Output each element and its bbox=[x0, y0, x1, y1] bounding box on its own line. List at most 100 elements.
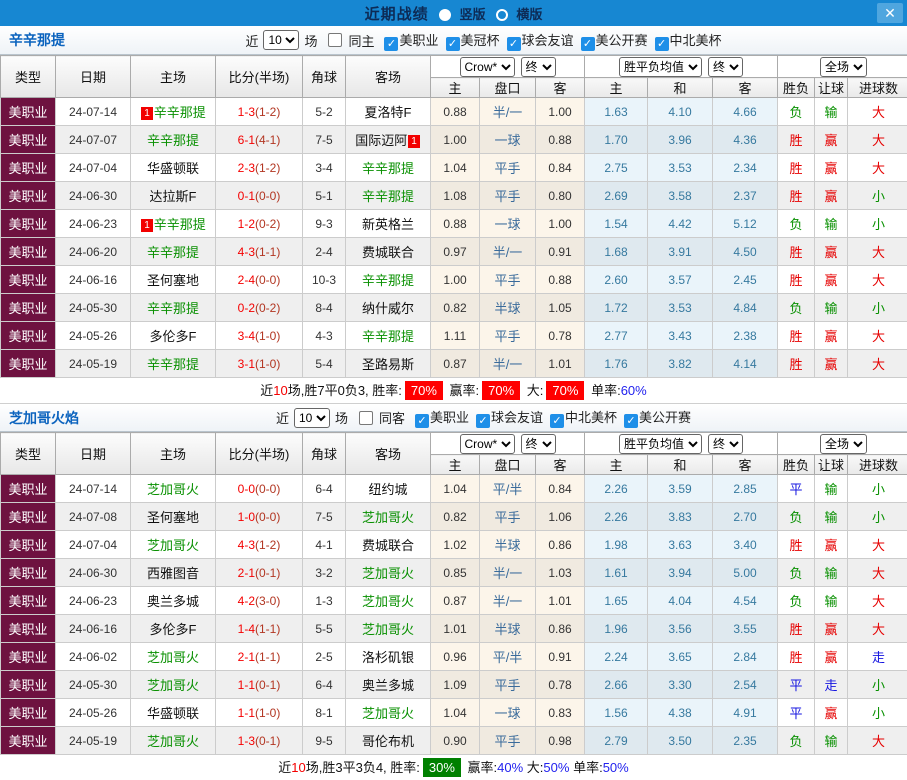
league-filter-label: 美公开赛 bbox=[596, 33, 648, 48]
league-filter[interactable]: ✓美职业 bbox=[415, 410, 469, 425]
checkbox-checked-icon[interactable]: ✓ bbox=[624, 414, 638, 428]
odds-time-select[interactable]: 终 bbox=[521, 57, 556, 77]
league-filter[interactable]: ✓美公开赛 bbox=[624, 410, 691, 425]
avg-draw-cell: 4.04 bbox=[648, 587, 713, 615]
checkbox-checked-icon[interactable]: ✓ bbox=[507, 37, 521, 51]
result-goals-cell: 大 bbox=[848, 559, 907, 587]
league-cell: 美职业 bbox=[1, 294, 56, 322]
score-cell: 0-2(0-2) bbox=[216, 294, 303, 322]
col-avg-draw: 和 bbox=[648, 455, 713, 475]
summary-segment: 近 bbox=[260, 383, 273, 398]
fulltime-select[interactable]: 全场 bbox=[820, 434, 867, 454]
league-cell: 美职业 bbox=[1, 322, 56, 350]
score-cell: 2-1(0-1) bbox=[216, 559, 303, 587]
result-goals-cell: 大 bbox=[848, 587, 907, 615]
section-header: 芝加哥火焰 近 10 场 同客 ✓美职业✓球会友谊✓中北美杯✓美公开赛 bbox=[0, 403, 907, 432]
handicap-cell: 平/半 bbox=[480, 643, 536, 671]
avg-time-select[interactable]: 终 bbox=[708, 434, 743, 454]
avg-draw-cell: 3.53 bbox=[648, 294, 713, 322]
team-label: 奥兰多城 bbox=[147, 594, 199, 609]
league-cell: 美职业 bbox=[1, 503, 56, 531]
same-venue-checkbox[interactable] bbox=[359, 411, 373, 425]
odds-away-cell: 1.03 bbox=[536, 559, 585, 587]
avg-away-cell: 4.54 bbox=[713, 587, 778, 615]
checkbox-checked-icon[interactable]: ✓ bbox=[550, 414, 564, 428]
match-row: 美职业24-06-30达拉斯F0-1(0-0)5-1辛辛那提1.08平手0.80… bbox=[1, 182, 907, 210]
league-filter[interactable]: ✓中北美杯 bbox=[550, 410, 617, 425]
home-team-cell: 辛辛那提 bbox=[131, 126, 216, 154]
neutral-mark-badge: 1 bbox=[408, 135, 420, 148]
odds-away-cell: 0.91 bbox=[536, 643, 585, 671]
col-avg-draw: 和 bbox=[648, 78, 713, 98]
avg-home-cell: 2.77 bbox=[585, 322, 648, 350]
team-label: 芝加哥火 bbox=[147, 482, 199, 497]
league-filter[interactable]: ✓中北美杯 bbox=[655, 33, 722, 48]
close-icon[interactable]: ✕ bbox=[877, 3, 903, 23]
layout-vertical-radio[interactable] bbox=[439, 9, 451, 21]
checkbox-checked-icon[interactable]: ✓ bbox=[655, 37, 669, 51]
home-team-cell: 芝加哥火 bbox=[131, 475, 216, 503]
avg-home-cell: 2.26 bbox=[585, 503, 648, 531]
odds-home-cell: 0.85 bbox=[431, 559, 480, 587]
avg-source-select[interactable]: 胜平负均值 bbox=[619, 434, 702, 454]
avg-time-select[interactable]: 终 bbox=[708, 57, 743, 77]
match-row: 美职业24-06-30西雅图音2-1(0-1)3-2芝加哥火0.85半/一1.0… bbox=[1, 559, 907, 587]
odds-time-select[interactable]: 终 bbox=[521, 434, 556, 454]
odds-away-cell: 0.91 bbox=[536, 238, 585, 266]
near-count-select[interactable]: 10 bbox=[263, 30, 299, 50]
team-label: 费城联合 bbox=[362, 538, 414, 553]
result-handicap-cell: 赢 bbox=[815, 699, 848, 727]
odds-source-select[interactable]: Crow* bbox=[460, 434, 515, 454]
date-cell: 24-05-19 bbox=[56, 727, 131, 755]
near-count-select[interactable]: 10 bbox=[294, 408, 330, 428]
result-wdl-cell: 胜 bbox=[778, 266, 815, 294]
col-goals: 进球数 bbox=[848, 455, 907, 475]
away-team-cell: 辛辛那提 bbox=[346, 322, 431, 350]
team-label: 辛辛那提 bbox=[147, 133, 199, 148]
team-label: 夏洛特F bbox=[365, 105, 412, 120]
result-wdl-cell: 胜 bbox=[778, 322, 815, 350]
away-team-cell: 辛辛那提 bbox=[346, 182, 431, 210]
league-filter[interactable]: ✓美职业 bbox=[384, 33, 438, 48]
checkbox-checked-icon[interactable]: ✓ bbox=[581, 37, 595, 51]
corner-cell: 5-5 bbox=[303, 615, 346, 643]
avg-home-cell: 1.63 bbox=[585, 98, 648, 126]
col-wdl: 胜负 bbox=[778, 78, 815, 98]
summary-segment: 70% bbox=[482, 381, 520, 400]
league-filter[interactable]: ✓球会友谊 bbox=[507, 33, 574, 48]
corner-cell: 2-5 bbox=[303, 643, 346, 671]
checkbox-checked-icon[interactable]: ✓ bbox=[384, 37, 398, 51]
away-team-cell: 奥兰多城 bbox=[346, 671, 431, 699]
odds-away-cell: 0.88 bbox=[536, 266, 585, 294]
league-filter[interactable]: ✓美冠杯 bbox=[446, 33, 500, 48]
checkbox-checked-icon[interactable]: ✓ bbox=[415, 414, 429, 428]
handicap-cell: 平手 bbox=[480, 671, 536, 699]
avg-source-select[interactable]: 胜平负均值 bbox=[619, 57, 702, 77]
checkbox-checked-icon[interactable]: ✓ bbox=[446, 37, 460, 51]
col-score: 比分(半场) bbox=[216, 433, 303, 475]
league-cell: 美职业 bbox=[1, 266, 56, 294]
result-goals-cell: 大 bbox=[848, 266, 907, 294]
league-filter[interactable]: ✓美公开赛 bbox=[581, 33, 648, 48]
layout-horizontal-radio[interactable] bbox=[496, 9, 508, 21]
odds-home-cell: 1.04 bbox=[431, 699, 480, 727]
odds-source-select[interactable]: Crow* bbox=[460, 57, 515, 77]
odds-away-cell: 1.00 bbox=[536, 210, 585, 238]
team-label: 费城联合 bbox=[362, 245, 414, 260]
col-type: 类型 bbox=[1, 56, 56, 98]
odds-away-cell: 0.83 bbox=[536, 699, 585, 727]
team-label: 辛辛那提 bbox=[147, 245, 199, 260]
same-venue-checkbox[interactable] bbox=[328, 33, 342, 47]
result-wdl-cell: 平 bbox=[778, 699, 815, 727]
result-wdl-cell: 负 bbox=[778, 503, 815, 531]
result-handicap-cell: 赢 bbox=[815, 531, 848, 559]
summary-segment: 70% bbox=[405, 381, 443, 400]
team-label: 哥伦布机 bbox=[362, 734, 414, 749]
fulltime-select[interactable]: 全场 bbox=[820, 57, 867, 77]
date-cell: 24-07-07 bbox=[56, 126, 131, 154]
avg-away-cell: 2.45 bbox=[713, 266, 778, 294]
checkbox-checked-icon[interactable]: ✓ bbox=[476, 414, 490, 428]
result-handicap-cell: 赢 bbox=[815, 643, 848, 671]
league-filter[interactable]: ✓球会友谊 bbox=[476, 410, 543, 425]
score-cell: 4-3(1-1) bbox=[216, 238, 303, 266]
